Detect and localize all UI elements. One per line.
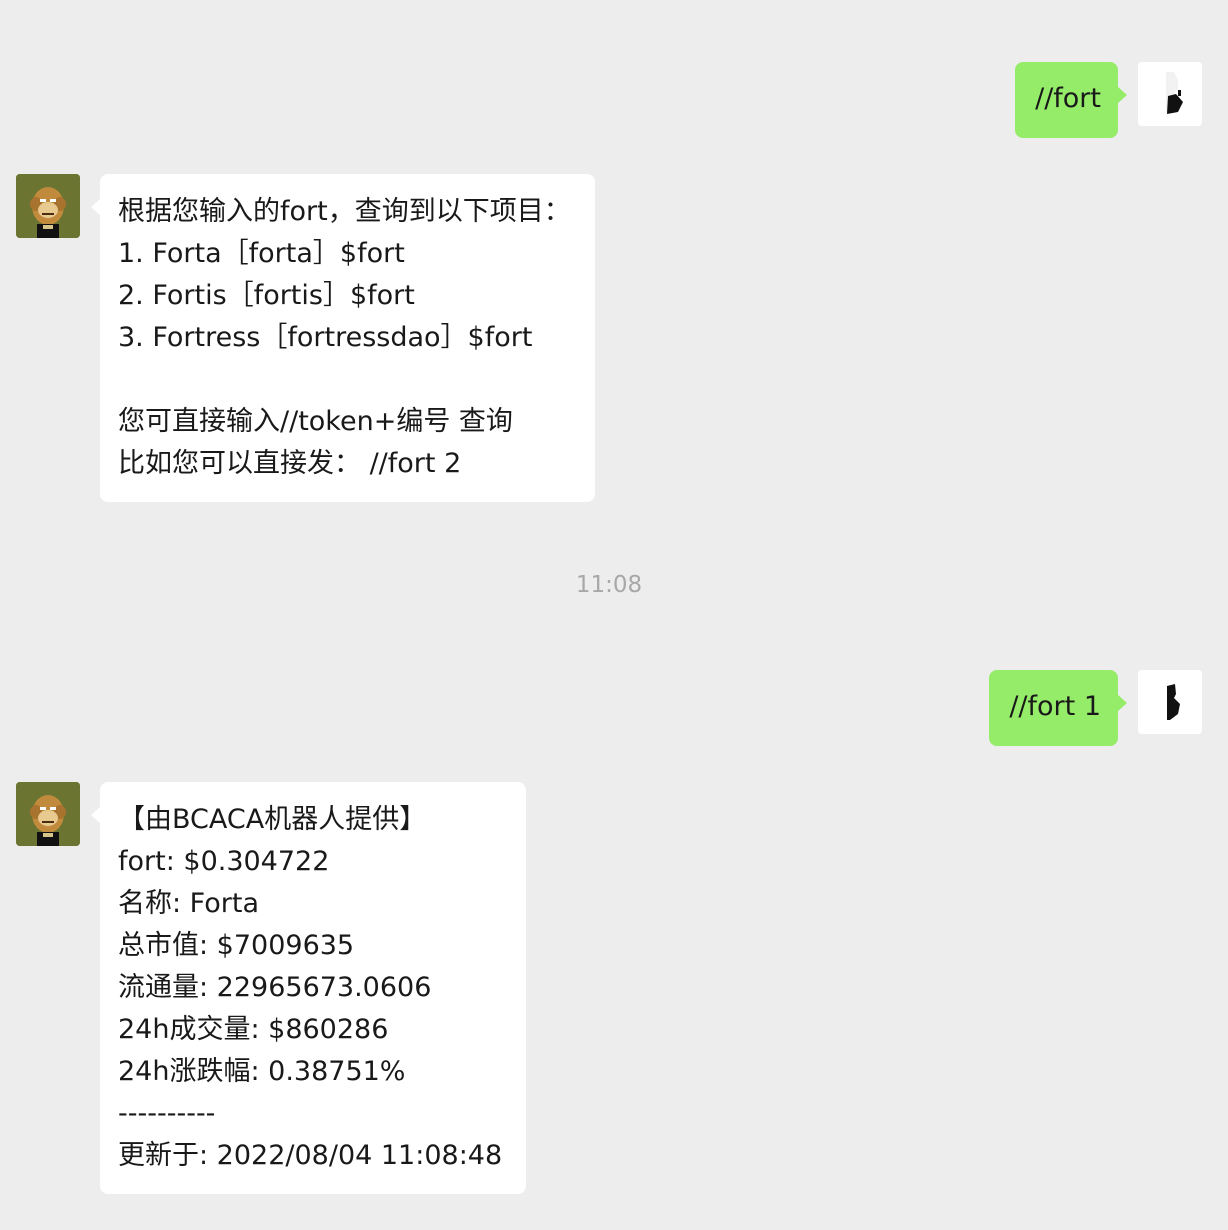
message-text: 流通量: 22965673.0606 [118,972,432,1003]
message-text: 根据您输入的fort，查询到以下项目： [118,196,571,227]
user-message-bubble[interactable]: //fort 1 [989,670,1127,746]
message-text: 1. Forta［forta］$fort [118,238,405,269]
message-text: 名称: Forta [118,888,259,919]
message-text: 【由BCACA机器人提供】 [118,804,427,835]
bot-avatar[interactable] [16,782,80,846]
bored-ape-avatar-icon [16,174,80,238]
message-text: ---------- [118,1098,216,1129]
bot-message-bubble[interactable]: 【由BCACA机器人提供】 fort: $0.304722 名称: Forta … [90,782,527,1194]
message-text: 总市值: $7009635 [118,930,355,961]
message-text: 24h涨跌幅: 0.38751% [118,1056,406,1087]
user-silhouette-icon [1138,670,1202,734]
message-text: //fort 1 [1009,691,1101,722]
message-text: 2. Fortis［fortis］$fort [118,280,415,311]
user-silhouette-icon [1138,62,1202,126]
user-message-bubble[interactable]: //fort [1015,62,1127,138]
chat-timestamp: 11:08 [575,572,643,598]
message-text: 更新于: 2022/08/04 11:08:48 [118,1140,503,1171]
message-text [118,359,571,401]
user-avatar[interactable] [1138,670,1202,734]
message-text: 3. Fortress［fortressdao］$fort [118,322,533,353]
bot-avatar[interactable] [16,174,80,238]
message-text: 您可直接输入//token+编号 查询 [118,406,513,437]
message-text: 比如您可以直接发： //fort 2 [118,448,462,479]
bored-ape-avatar-icon [16,782,80,846]
user-avatar[interactable] [1138,62,1202,126]
bot-message-bubble[interactable]: 根据您输入的fort，查询到以下项目： 1. Forta［forta］$fort… [91,174,595,502]
message-text: fort: $0.304722 [118,846,330,877]
message-text: //fort [1035,83,1101,114]
message-text: 24h成交量: $860286 [118,1014,389,1045]
